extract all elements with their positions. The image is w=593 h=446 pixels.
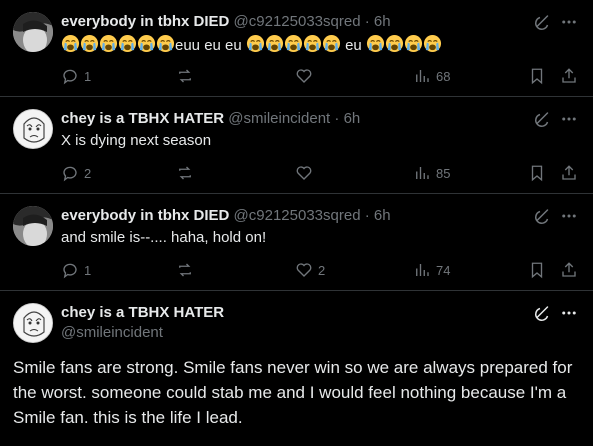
reply-icon [63, 263, 77, 279]
avatar[interactable] [13, 109, 53, 149]
handle[interactable]: @smileincident [228, 110, 330, 127]
main-handle[interactable]: @smileincident [61, 323, 163, 342]
like-button[interactable]: 2 [295, 259, 325, 281]
separator-dot: · [364, 207, 370, 224]
tweet-text-segment: eu [340, 37, 366, 54]
heart-icon [296, 69, 312, 83]
separator-dot: · [334, 110, 340, 127]
tweet-3[interactable]: everybody in tbhx DIED @c92125033sqred ·… [0, 194, 593, 291]
bookmark-icon [531, 262, 543, 279]
loudly-crying-face-icon [265, 34, 283, 53]
loudly-crying-face-icon [366, 34, 384, 53]
view-count: 68 [436, 68, 451, 84]
reply-count: 1 [84, 68, 92, 84]
loudly-crying-face-icon [322, 34, 340, 53]
like-button[interactable] [295, 162, 318, 184]
more-icon[interactable] [560, 13, 578, 31]
share-icon [562, 165, 576, 180]
display-name[interactable]: chey is a TBHX HATER [61, 110, 224, 127]
separator-dot: · [364, 13, 370, 30]
views-button[interactable]: 68 [413, 65, 450, 87]
loudly-crying-face-icon [404, 34, 422, 53]
views-button[interactable]: 74 [413, 259, 450, 281]
tweet-2[interactable]: chey is a TBHX HATER @smileincident · 6h… [0, 97, 593, 194]
grok-icon[interactable] [534, 207, 552, 225]
share-button[interactable] [560, 259, 578, 281]
tweet-header: chey is a TBHX HATER @smileincident · 6h [61, 109, 360, 128]
reply-count: 1 [84, 262, 92, 278]
tweet-text-segment: euu eu eu [175, 37, 246, 54]
share-icon [562, 262, 576, 277]
timestamp[interactable]: 6h [374, 13, 391, 30]
tweet-actions: 1 68 [61, 65, 586, 87]
grok-icon[interactable] [534, 110, 552, 128]
repost-icon [179, 69, 191, 83]
grok-icon[interactable] [534, 13, 552, 31]
reply-button[interactable]: 1 [61, 65, 91, 87]
views-button[interactable]: 85 [413, 162, 450, 184]
timestamp[interactable]: 6h [374, 207, 391, 224]
repost-icon [179, 166, 191, 180]
reply-icon [63, 69, 77, 85]
view-count: 85 [436, 165, 451, 181]
more-icon[interactable] [560, 110, 578, 128]
share-icon [562, 68, 576, 83]
share-button[interactable] [560, 162, 578, 184]
loudly-crying-face-icon [303, 34, 321, 53]
loudly-crying-face-icon [385, 34, 403, 53]
tweet-header: everybody in tbhx DIED @c92125033sqred ·… [61, 12, 391, 31]
loudly-crying-face-icon [137, 34, 156, 53]
like-count: 2 [318, 262, 326, 278]
tweet-1[interactable]: everybody in tbhx DIED @c92125033sqred ·… [0, 0, 593, 97]
loudly-crying-face-icon [118, 34, 137, 53]
loudly-crying-face-icon [423, 34, 441, 53]
avatar[interactable] [13, 206, 53, 246]
bookmark-button[interactable] [528, 259, 546, 281]
loudly-crying-face-icon [99, 34, 118, 53]
tweet-header: everybody in tbhx DIED @c92125033sqred ·… [61, 206, 391, 225]
main-display-name[interactable]: chey is a TBHX HATER [61, 303, 224, 322]
repost-button[interactable] [176, 162, 199, 184]
reply-count: 2 [84, 165, 92, 181]
handle[interactable]: @c92125033sqred [234, 207, 361, 224]
timestamp[interactable]: 6h [344, 110, 361, 127]
loudly-crying-face-icon [80, 34, 99, 53]
loudly-crying-face-icon [156, 34, 175, 53]
tweet-text: euu eu eu eu [61, 34, 442, 56]
bookmark-icon [531, 68, 543, 85]
main-tweet-text: Smile fans are strong. Smile fans never … [13, 358, 573, 427]
more-icon[interactable] [560, 304, 578, 322]
display-name[interactable]: everybody in tbhx DIED [61, 207, 229, 224]
repost-button[interactable] [176, 259, 199, 281]
views-icon [416, 167, 429, 179]
more-icon[interactable] [560, 207, 578, 225]
view-count: 74 [436, 262, 451, 278]
repost-icon [179, 263, 191, 277]
reply-button[interactable]: 2 [61, 162, 91, 184]
bookmark-icon [531, 165, 543, 182]
reply-button[interactable]: 1 [61, 259, 91, 281]
views-icon [416, 264, 429, 276]
avatar[interactable] [13, 303, 53, 343]
loudly-crying-face-icon [246, 34, 264, 53]
share-button[interactable] [560, 65, 578, 87]
tweet-actions: 1 2 74 [61, 259, 586, 281]
handle[interactable]: @c92125033sqred [234, 13, 361, 30]
avatar[interactable] [13, 12, 53, 52]
repost-button[interactable] [176, 65, 199, 87]
tweet-actions: 2 85 [61, 162, 586, 184]
views-icon [416, 70, 429, 82]
display-name[interactable]: everybody in tbhx DIED [61, 13, 229, 30]
loudly-crying-face-icon [61, 34, 80, 53]
reply-icon [63, 166, 77, 182]
bookmark-button[interactable] [528, 65, 546, 87]
grok-icon[interactable] [534, 304, 552, 322]
tweet-text: X is dying next season [61, 132, 212, 149]
like-button[interactable] [295, 65, 318, 87]
heart-icon [296, 263, 312, 277]
tweet-text: and smile is--.... haha, hold on! [61, 229, 267, 246]
loudly-crying-face-icon [284, 34, 302, 53]
bookmark-button[interactable] [528, 162, 546, 184]
heart-icon [296, 166, 312, 180]
